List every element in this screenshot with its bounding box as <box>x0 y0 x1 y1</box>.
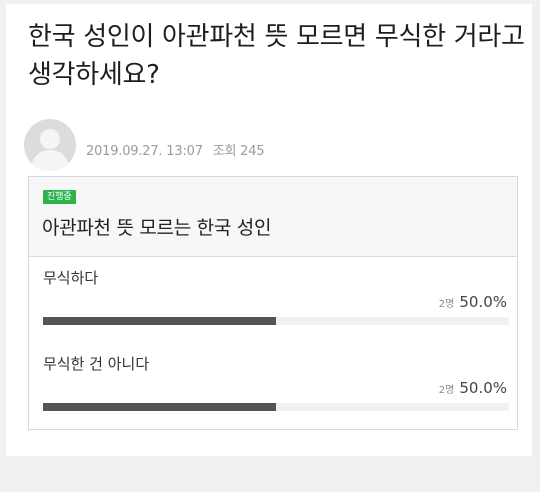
post-date: 2019.09.27. 13:07 <box>86 143 203 159</box>
poll-box: 진행중 아관파천 뜻 모르는 한국 성인 무식하다 2명 50.0% 무식한 건 … <box>28 176 518 430</box>
poll-option-stats: 2명 50.0% <box>439 293 507 311</box>
poll-option[interactable]: 무식하다 2명 50.0% <box>29 257 517 343</box>
poll-option-bar-fill <box>43 403 276 411</box>
poll-question: 아관파천 뜻 모르는 한국 성인 <box>42 217 272 239</box>
avatar[interactable] <box>24 119 76 171</box>
poll-option-bar-fill <box>43 317 276 325</box>
status-badge: 진행중 <box>43 190 76 204</box>
poll-option-percent: 50.0% <box>459 379 507 397</box>
poll-option-bar-track <box>43 317 509 325</box>
post-meta: 2019.09.27. 13:07 조회 245 <box>24 116 265 174</box>
poll-option-votes: 2명 <box>438 385 455 396</box>
default-user-icon <box>30 129 70 171</box>
poll-option-label: 무식하다 <box>43 269 99 287</box>
post-meta-text: 2019.09.27. 13:07 조회 245 <box>86 140 265 159</box>
poll-option-bar-track <box>43 403 509 411</box>
poll-option-stats: 2명 50.0% <box>439 379 507 397</box>
post-card: 한국 성인이 아관파천 뜻 모르면 무식한 거라고 생각하세요? 2019.09… <box>6 4 532 456</box>
poll-option-percent: 50.0% <box>459 293 507 311</box>
poll-option[interactable]: 무식한 건 아니다 2명 50.0% <box>29 343 517 429</box>
view-count: 조회 245 <box>212 143 265 159</box>
poll-option-votes: 2명 <box>438 299 455 310</box>
poll-header: 진행중 아관파천 뜻 모르는 한국 성인 <box>29 177 517 257</box>
poll-option-label: 무식한 건 아니다 <box>43 355 150 373</box>
post-title: 한국 성인이 아관파천 뜻 모르면 무식한 거라고 생각하세요? <box>28 22 525 90</box>
